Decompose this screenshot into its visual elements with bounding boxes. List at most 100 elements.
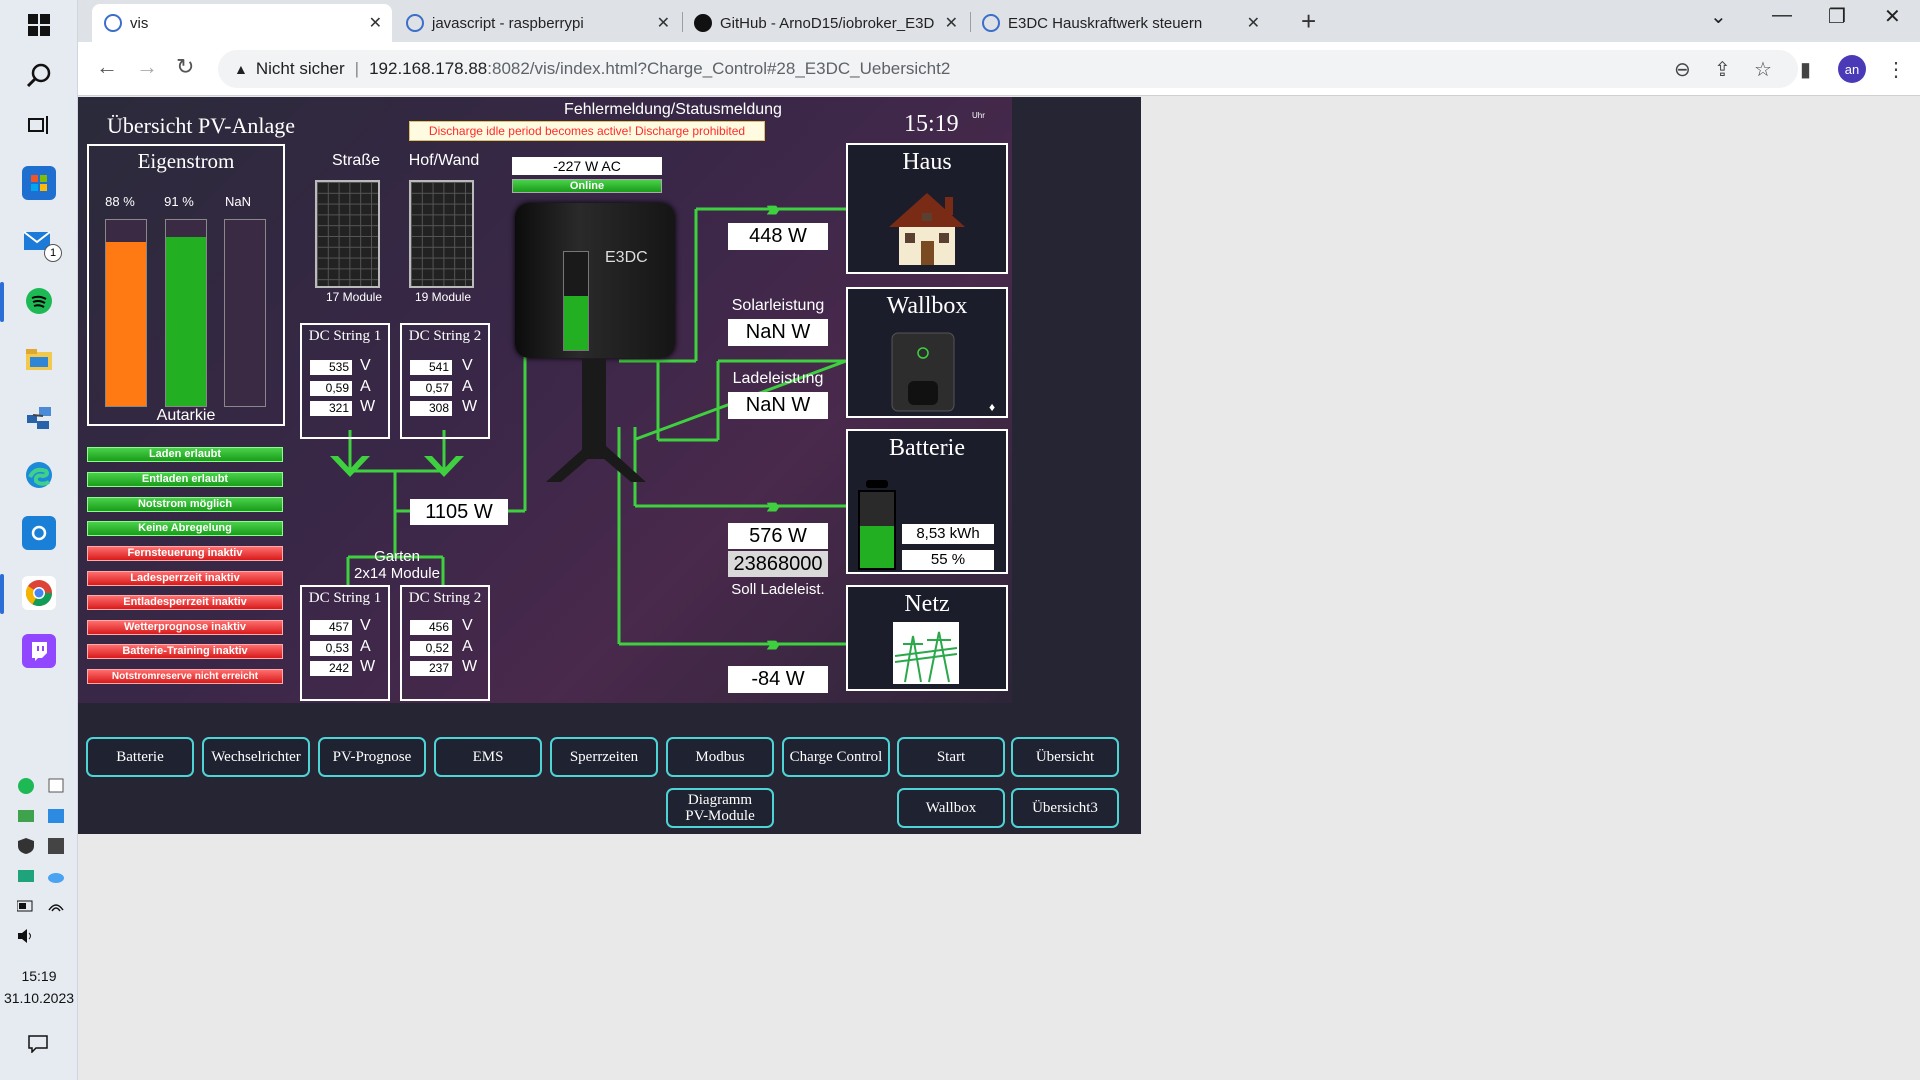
file-explorer-icon[interactable] bbox=[22, 342, 56, 376]
dc-string-2-voltage: 541 bbox=[410, 360, 452, 375]
dc-string-2-power: 308 bbox=[410, 401, 452, 416]
battery-power: 576 W bbox=[728, 523, 828, 549]
nav-pv-prognose-button[interactable]: PV-Prognose bbox=[318, 737, 426, 777]
share-icon[interactable]: ⇪ bbox=[1714, 57, 1731, 82]
dc-string-3-current: 0,53 bbox=[310, 641, 352, 656]
spotify-tray-icon[interactable] bbox=[16, 776, 36, 796]
windows-start-icon[interactable] bbox=[22, 8, 56, 42]
panel1-modules: 17 Module bbox=[325, 290, 383, 304]
tab-search-icon[interactable]: ⌄ bbox=[1710, 4, 1727, 29]
twitch-icon[interactable] bbox=[22, 634, 56, 668]
battery-soc: 55 % bbox=[902, 550, 994, 570]
unit-a: A bbox=[360, 378, 371, 395]
nav-uebersicht3-button[interactable]: Übersicht3 bbox=[1011, 788, 1119, 828]
nav-wechselrichter-button[interactable]: Wechselrichter bbox=[202, 737, 310, 777]
tab-favicon-icon bbox=[104, 14, 122, 32]
unit-a: A bbox=[462, 378, 473, 395]
url-field[interactable]: ▲ Nicht sicher | 192.168.178.88 :8082/vi… bbox=[218, 50, 1798, 88]
flag-keine-abregelung: Keine Abregelung bbox=[87, 521, 283, 536]
shield-tray-icon[interactable] bbox=[16, 836, 36, 856]
search-icon[interactable] bbox=[22, 58, 56, 92]
browser-tab-bar: vis ✕ javascript - raspberrypi ✕ GitHub … bbox=[78, 0, 1920, 42]
nav-modbus-button[interactable]: Modbus bbox=[666, 737, 774, 777]
nav-ems-button[interactable]: EMS bbox=[434, 737, 542, 777]
dc-string-1-power: 321 bbox=[310, 401, 352, 416]
grid-power: -84 W bbox=[728, 666, 828, 693]
menu-kebab-icon[interactable]: ⋮ bbox=[1886, 57, 1906, 82]
chrome-icon[interactable] bbox=[22, 576, 56, 610]
nav-diagramm-button[interactable]: Diagramm PV-Module bbox=[666, 788, 774, 828]
battery-tray-icon[interactable] bbox=[16, 896, 36, 916]
wifi-tray-icon[interactable] bbox=[46, 896, 66, 916]
tab-vis[interactable]: vis ✕ bbox=[92, 4, 392, 42]
network-app-icon[interactable] bbox=[22, 400, 56, 434]
forward-icon[interactable]: → bbox=[136, 54, 158, 80]
store-icon[interactable] bbox=[22, 166, 56, 200]
remote-app-icon[interactable] bbox=[22, 516, 56, 550]
taskbar-date[interactable]: 31.10.2023 bbox=[0, 990, 78, 1006]
app-tray-icon[interactable] bbox=[46, 836, 66, 856]
panel2-modules: 19 Module bbox=[414, 290, 472, 304]
tab-favicon-icon bbox=[406, 14, 424, 32]
check-tray-icon[interactable] bbox=[16, 806, 36, 826]
window-tray-icon[interactable] bbox=[46, 806, 66, 826]
side-panel-icon[interactable]: ▮ bbox=[1800, 57, 1811, 82]
flow-arrow-house-icon: ›››››› bbox=[766, 196, 780, 221]
task-view-icon[interactable] bbox=[22, 108, 56, 142]
bar-label-2: 91 % bbox=[164, 194, 194, 209]
tab-e3dc[interactable]: E3DC Hauskraftwerk steuern ✕ bbox=[970, 4, 1270, 42]
address-bar: ← → ↻ ▲ Nicht sicher | 192.168.178.88 :8… bbox=[78, 42, 1920, 96]
twitch-tray-icon[interactable] bbox=[46, 776, 66, 796]
nav-charge-control-button[interactable]: Charge Control bbox=[782, 737, 890, 777]
nav-wallbox-button[interactable]: Wallbox bbox=[897, 788, 1005, 828]
nav-uebersicht-button[interactable]: Übersicht bbox=[1011, 737, 1119, 777]
volume-tray-icon[interactable] bbox=[16, 926, 36, 946]
close-window-button[interactable]: ✕ bbox=[1884, 4, 1901, 29]
zoom-icon[interactable]: ⊖ bbox=[1674, 57, 1691, 82]
warning-icon[interactable]: ▲ bbox=[234, 61, 248, 77]
wallbox-icon bbox=[891, 332, 955, 412]
tab-github[interactable]: GitHub - ArnoD15/iobroker_E3D ✕ bbox=[682, 4, 968, 42]
flag-notstromreserve: Notstromreserve nicht erreicht bbox=[87, 669, 283, 684]
nav-batterie-button[interactable]: Batterie bbox=[86, 737, 194, 777]
nav-sperrzeiten-button[interactable]: Sperrzeiten bbox=[550, 737, 658, 777]
close-tab-icon[interactable]: ✕ bbox=[657, 13, 670, 33]
tab-javascript-raspberrypi[interactable]: javascript - raspberrypi ✕ bbox=[394, 4, 680, 42]
page-content: Übersicht PV-Anlage Fehlermeldung/Status… bbox=[78, 97, 1920, 1080]
panel1-title: Straße bbox=[331, 152, 380, 169]
notification-icon[interactable] bbox=[28, 1034, 48, 1054]
grid-title: Netz bbox=[904, 591, 950, 617]
bookmark-star-icon[interactable]: ☆ bbox=[1754, 57, 1772, 82]
url-path: :8082/vis/index.html?Charge_Control#28_E… bbox=[487, 59, 951, 78]
solar-label: Solarleistung bbox=[731, 297, 825, 314]
new-tab-button[interactable]: + bbox=[1301, 6, 1316, 37]
unit-w: W bbox=[360, 398, 376, 415]
security-label[interactable]: Nicht sicher bbox=[256, 59, 345, 79]
close-tab-icon[interactable]: ✕ bbox=[369, 13, 382, 33]
soll-ladeleistung-input[interactable]: 23868000 bbox=[728, 551, 828, 577]
maximize-button[interactable]: ❐ bbox=[1828, 4, 1846, 29]
flag-ladesperrzeit: Ladesperrzeit inaktiv bbox=[87, 571, 283, 586]
unit-v: V bbox=[462, 617, 473, 634]
mail-icon[interactable]: 1 bbox=[22, 224, 62, 262]
reload-icon[interactable]: ↻ bbox=[176, 54, 194, 80]
dc-string-4-voltage: 456 bbox=[410, 620, 452, 635]
close-tab-icon[interactable]: ✕ bbox=[945, 13, 958, 33]
nav-start-button[interactable]: Start bbox=[897, 737, 1005, 777]
bar-label-1: 88 % bbox=[105, 194, 135, 209]
wallbox-diamond-icon[interactable]: ♦ bbox=[989, 400, 995, 414]
taskbar-time[interactable]: 15:19 bbox=[0, 968, 78, 984]
e3dc-brand-label: E3DC bbox=[605, 249, 648, 266]
edge-icon[interactable] bbox=[22, 458, 56, 492]
close-tab-icon[interactable]: ✕ bbox=[1247, 13, 1260, 33]
battery-level-icon bbox=[858, 490, 896, 570]
solar-panel-2-icon bbox=[409, 180, 474, 288]
dc-string-1-title: DC String 1 bbox=[308, 328, 382, 344]
eigenstrom-bar-3 bbox=[224, 219, 266, 407]
monitor-tray-icon[interactable] bbox=[16, 866, 36, 886]
minimize-button[interactable]: — bbox=[1772, 4, 1792, 27]
back-icon[interactable]: ← bbox=[96, 54, 118, 80]
spotify-icon[interactable] bbox=[22, 284, 56, 318]
profile-avatar[interactable]: an bbox=[1838, 55, 1866, 83]
cloud-tray-icon[interactable] bbox=[46, 866, 66, 886]
